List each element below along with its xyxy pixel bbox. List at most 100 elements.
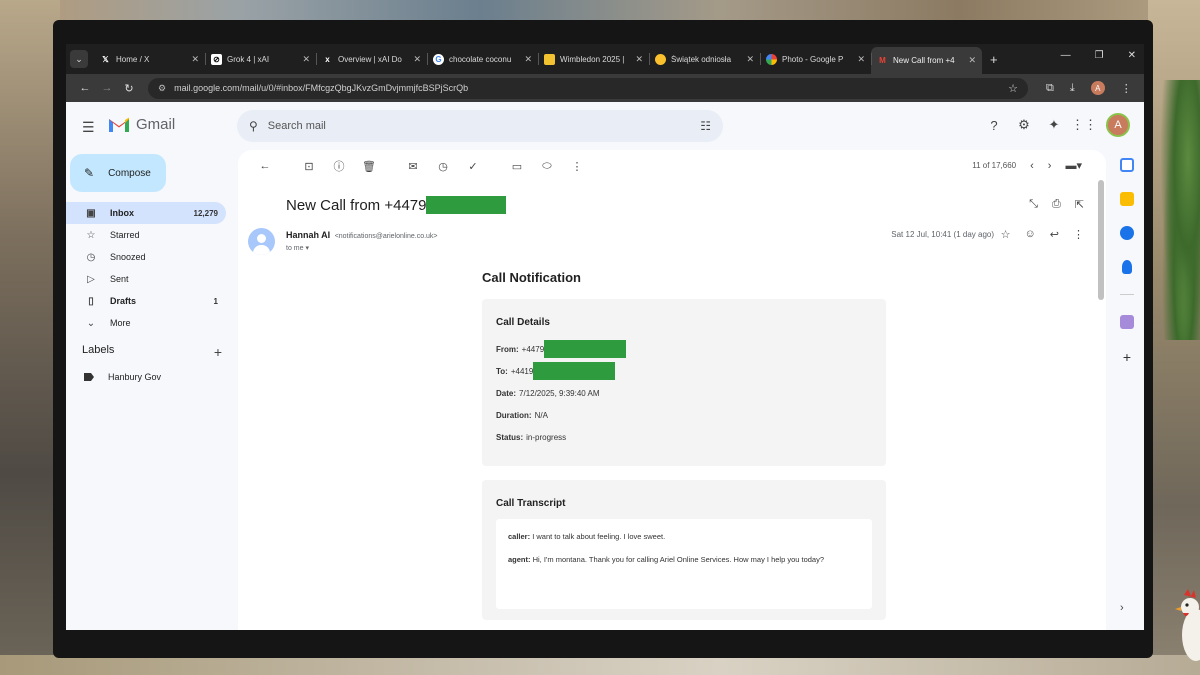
address-bar[interactable]: ⚙ mail.google.com/mail/u/0/#inbox/FMfcgz… <box>148 77 1028 99</box>
search-bar: ⚲ ☷ <box>237 110 723 142</box>
add-label-icon[interactable]: + <box>214 344 222 360</box>
snooze-icon[interactable]: ◷ <box>428 160 458 173</box>
label-tag-icon <box>84 373 94 381</box>
tab-search-icon[interactable]: ⌄ <box>70 50 88 68</box>
nav-item-inbox[interactable]: ▣ Inbox 12,279 <box>66 202 226 224</box>
detail-value: +4479 <box>521 344 545 354</box>
pagination-text: 11 of 17,660 <box>972 161 1017 170</box>
nav-item-snoozed[interactable]: ◷ Snoozed <box>66 246 226 268</box>
tab-google-search[interactable]: G chocolate coconu ✕ <box>427 47 538 71</box>
reply-icon[interactable]: ↩ <box>1050 228 1059 241</box>
close-tab-icon[interactable]: ✕ <box>524 54 532 65</box>
close-tab-icon[interactable]: ✕ <box>413 54 421 65</box>
tab-wimbledon[interactable]: Wimbledon 2025 | ✕ <box>538 47 649 71</box>
tab-title: Home / X <box>116 54 150 64</box>
browser-toolbar: ← → ↻ ⚙ mail.google.com/mail/u/0/#inbox/… <box>66 74 1144 102</box>
tab-swiatek[interactable]: Świątek odniosła ✕ <box>649 47 760 71</box>
mark-unread-icon[interactable]: ✉ <box>398 160 428 173</box>
keep-icon[interactable] <box>1120 192 1134 206</box>
search-input[interactable] <box>267 120 701 132</box>
main-menu-icon[interactable]: ☰ <box>82 119 95 136</box>
archive-icon[interactable]: ⊡ <box>294 160 324 173</box>
close-tab-icon[interactable]: ✕ <box>302 54 310 65</box>
emoji-react-icon[interactable]: ☺ <box>1025 228 1036 241</box>
wimbledon-icon <box>544 53 555 65</box>
tasks-icon[interactable] <box>1120 226 1134 240</box>
tab-google-photos[interactable]: Photo - Google P ✕ <box>760 47 871 71</box>
compose-button[interactable]: ✎ Compose <box>70 154 166 192</box>
message-scrollbar[interactable] <box>1098 180 1104 300</box>
input-tools-icon[interactable]: ▬▾ <box>1065 159 1082 172</box>
detail-label: Date: <box>496 388 517 398</box>
labels-header: Labels + <box>82 344 222 360</box>
close-tab-icon[interactable]: ✕ <box>746 54 754 65</box>
star-message-icon[interactable]: ☆ <box>1001 228 1011 241</box>
close-window-icon[interactable]: ✕ <box>1128 50 1136 61</box>
search-icon[interactable]: ⚲ <box>249 119 258 133</box>
minimize-icon[interactable]: — <box>1061 50 1071 61</box>
nav-item-more[interactable]: ⌄ More <box>66 312 226 334</box>
older-chevron-icon[interactable]: › <box>1048 160 1052 172</box>
nav-item-sent[interactable]: ▷ Sent <box>66 268 226 290</box>
search-options-icon[interactable]: ☷ <box>700 119 711 133</box>
collapse-all-icon[interactable]: ⤡ <box>1029 198 1038 211</box>
help-icon[interactable]: ? <box>986 117 1002 133</box>
back-icon[interactable]: ← <box>74 82 96 94</box>
move-to-icon[interactable]: ▭ <box>502 160 532 173</box>
tab-grok[interactable]: ⊘ Grok 4 | xAI ✕ <box>205 47 316 71</box>
account-avatar[interactable]: A <box>1106 113 1130 137</box>
close-tab-icon[interactable]: ✕ <box>857 54 865 65</box>
label-item-hanbury-gov[interactable]: Hanbury Gov <box>84 372 161 382</box>
contacts-icon[interactable] <box>1122 260 1132 274</box>
close-tab-icon[interactable]: ✕ <box>968 55 976 66</box>
transcript-line: agent: Hi, I'm montana. Thank you for ca… <box>508 554 860 565</box>
newer-chevron-icon[interactable]: ‹ <box>1030 160 1034 172</box>
tab-home-x[interactable]: 𝕏 Home / X ✕ <box>94 47 205 71</box>
gmail-logo[interactable]: Gmail <box>108 116 175 133</box>
more-options-icon[interactable]: ⋮ <box>562 160 592 173</box>
reload-icon[interactable]: ↻ <box>118 82 140 95</box>
report-spam-icon[interactable]: ⓘ <box>324 158 354 174</box>
delete-icon[interactable]: 🗑 <box>354 160 384 173</box>
toolbar-right: ⧉ ⤓ A ⋮ <box>1046 81 1132 95</box>
close-tab-icon[interactable]: ✕ <box>635 54 643 65</box>
download-icon[interactable]: ⤓ <box>1070 82 1075 95</box>
tab-gmail-active[interactable]: M New Call from +4 ✕ <box>871 47 982 74</box>
nav-item-drafts[interactable]: ▯ Drafts 1 <box>66 290 226 312</box>
profile-avatar[interactable]: A <box>1090 81 1105 95</box>
back-to-inbox-icon[interactable]: ← <box>250 160 280 172</box>
addon-icon[interactable] <box>1120 315 1134 329</box>
x-logo-icon: 𝕏 <box>102 54 109 64</box>
extensions-icon[interactable]: ⧉ <box>1046 82 1054 95</box>
show-side-panel-icon[interactable]: › <box>1120 602 1124 614</box>
forward-icon[interactable]: → <box>96 82 118 94</box>
restore-icon[interactable]: ❐ <box>1095 50 1104 61</box>
tab-xai-overview[interactable]: x Overview | xAI Do ✕ <box>316 47 427 71</box>
browser-menu-icon[interactable]: ⋮ <box>1121 82 1132 95</box>
add-task-icon[interactable]: ✓ <box>458 160 488 173</box>
settings-gear-icon[interactable]: ⚙ <box>1016 117 1032 133</box>
print-icon[interactable]: ⎙ <box>1052 198 1061 211</box>
get-addons-icon[interactable]: + <box>1123 349 1131 365</box>
bookmark-star-icon[interactable]: ☆ <box>1008 82 1018 95</box>
left-navigation: ✎ Compose ▣ Inbox 12,279 ☆ Starred ◷ Sno… <box>66 150 236 630</box>
nav-item-starred[interactable]: ☆ Starred <box>66 224 226 246</box>
sender-avatar[interactable] <box>248 228 275 255</box>
tab-title: Świątek odniosła <box>671 54 732 64</box>
open-new-window-icon[interactable]: ⇱ <box>1075 198 1084 211</box>
gemini-sparkle-icon[interactable]: ✦ <box>1046 117 1062 133</box>
close-tab-icon[interactable]: ✕ <box>191 54 199 65</box>
message-more-icon[interactable]: ⋮ <box>1073 228 1084 241</box>
url-text: mail.google.com/mail/u/0/#inbox/FMfcgzQb… <box>174 83 469 93</box>
apps-grid-icon[interactable]: ⋮⋮ <box>1071 117 1097 133</box>
calendar-icon[interactable] <box>1120 158 1134 172</box>
browser-screen: ⌄ 𝕏 Home / X ✕ ⊘ Grok 4 | xAI ✕ x Overvi… <box>66 44 1144 630</box>
sender-name: Hannah AI <notifications@arielonline.co.… <box>286 230 438 240</box>
recipient-details[interactable]: to me ▾ <box>286 244 309 252</box>
tab-title: Photo - Google P <box>782 54 844 64</box>
site-info-icon[interactable]: ⚙ <box>158 83 166 94</box>
gmail-logo-icon <box>109 117 129 132</box>
label-icon[interactable]: ⬭ <box>532 160 562 173</box>
transcript-heading: Call Transcript <box>496 498 566 509</box>
new-tab-icon[interactable]: + <box>990 52 998 67</box>
